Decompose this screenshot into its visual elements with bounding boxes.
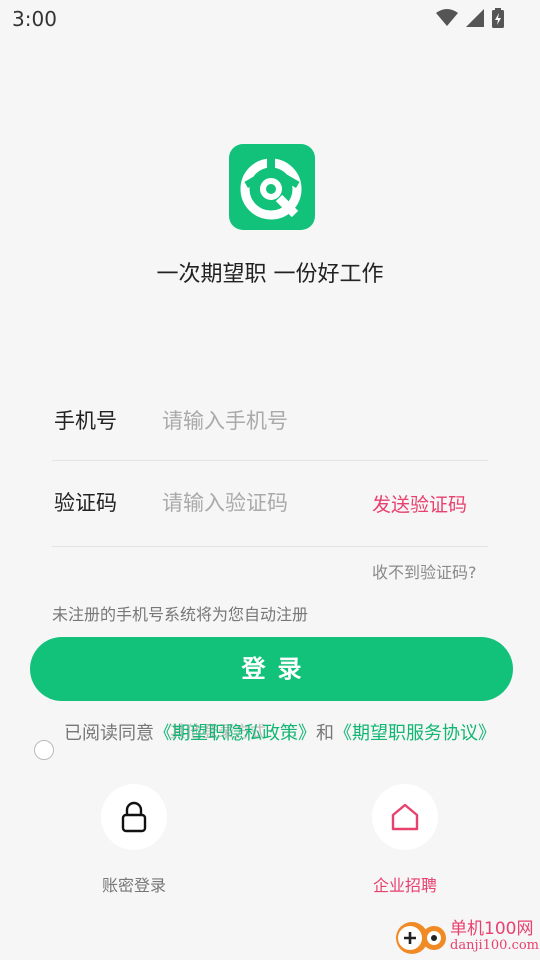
logo-mark-icon: [240, 158, 302, 220]
watermark: 单机100网 danji100.com: [390, 912, 540, 960]
enterprise-recruit-label: 企业招聘: [372, 876, 437, 895]
phone-input[interactable]: 请输入手机号: [162, 405, 362, 435]
app-logo: [229, 144, 315, 230]
no-code-link[interactable]: 收不到验证码?: [372, 559, 477, 583]
status-bar: 3:00: [0, 0, 540, 36]
code-label: 验证码: [54, 491, 117, 515]
battery-charging-icon: [492, 8, 504, 28]
login-button[interactable]: 登录: [30, 637, 513, 701]
agreement-and: 和: [316, 723, 334, 744]
password-login-circle[interactable]: [101, 784, 167, 850]
status-time: 3:00: [12, 7, 57, 31]
code-input[interactable]: 请输入验证码: [162, 487, 362, 517]
house-icon: [391, 803, 419, 831]
password-login-option[interactable]: 账密登录: [74, 784, 194, 896]
privacy-policy-link[interactable]: 《期望职隐私政策》: [154, 723, 316, 744]
enterprise-recruit-option[interactable]: 企业招聘: [345, 784, 465, 896]
password-login-label: 账密登录: [101, 876, 166, 895]
agreement-text: 已阅读同意《期望职隐私政策》和《期望职服务协议》: [64, 720, 504, 748]
app-slogan: 一次期望职 一份好工作: [156, 262, 384, 287]
enterprise-recruit-circle[interactable]: [372, 784, 438, 850]
auto-register-hint: 未注册的手机号系统将为您自动注册: [52, 605, 309, 624]
phone-divider: [52, 460, 488, 461]
watermark-url: danji100.com: [450, 938, 540, 953]
service-agreement-link[interactable]: 《期望职服务协议》: [334, 723, 496, 744]
watermark-logo-icon: [396, 922, 446, 954]
signal-icon: [466, 9, 484, 27]
send-code-button[interactable]: 发送验证码: [372, 490, 467, 517]
phone-row: 手机号 请输入手机号: [52, 405, 488, 441]
lock-icon: [121, 801, 147, 833]
watermark-name: 单机100网: [450, 919, 534, 939]
phone-label: 手机号: [54, 409, 117, 433]
code-divider: [52, 546, 488, 547]
wifi-icon: [436, 9, 458, 26]
agreement-prefix: 已阅读同意: [64, 723, 154, 744]
agreement-checkbox[interactable]: [34, 740, 54, 760]
